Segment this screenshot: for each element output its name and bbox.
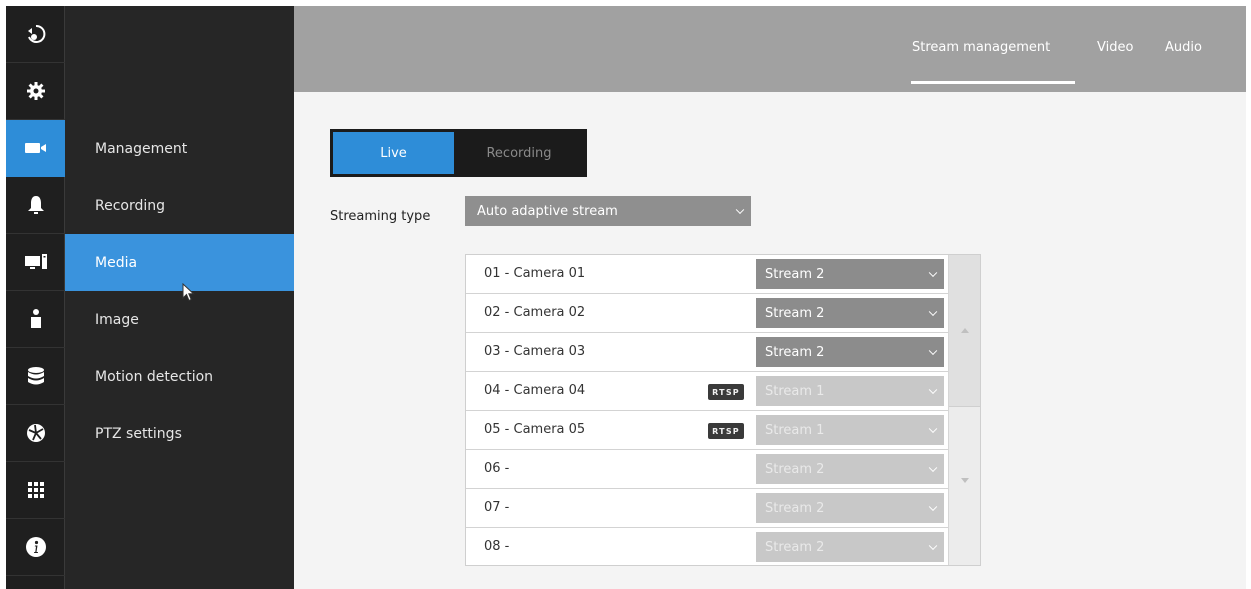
rail-item-settings[interactable] — [6, 63, 65, 120]
monitor-icon — [24, 254, 47, 269]
icon-rail — [6, 6, 65, 589]
streaming-type-value: Auto adaptive stream — [477, 203, 618, 219]
live-mode-button[interactable]: Live — [333, 132, 454, 174]
rail-item-info[interactable] — [6, 519, 65, 576]
info-icon — [25, 537, 46, 557]
rtsp-badge: RTSP — [708, 423, 744, 439]
stream-select-value: Stream 2 — [765, 344, 825, 360]
database-icon — [27, 367, 44, 385]
camera-name: 02 - Camera 02 — [484, 305, 586, 320]
rail-item-storage[interactable] — [6, 348, 65, 405]
submenu-item-label: PTZ settings — [95, 425, 182, 442]
stream-select[interactable]: Stream 2 — [756, 259, 944, 289]
camera-icon — [24, 143, 46, 153]
submenu-item-ptz-settings[interactable]: PTZ settings — [65, 405, 294, 462]
stream-select-value: Stream 2 — [765, 539, 825, 555]
recording-mode-button[interactable]: Recording — [454, 132, 584, 174]
chevron-down-icon — [735, 205, 745, 215]
chevron-down-icon — [928, 541, 938, 551]
rail-item-display[interactable] — [6, 234, 65, 291]
camera-row: 06 - Stream 2 — [466, 450, 948, 489]
camera-row: 03 - Camera 03 Stream 2 — [466, 333, 948, 372]
scroll-down-icon[interactable] — [961, 478, 969, 483]
stream-select[interactable]: Stream 2 — [756, 298, 944, 328]
camera-row: 04 - Camera 04 RTSP Stream 1 — [466, 372, 948, 411]
stream-select-value: Stream 2 — [765, 500, 825, 516]
camera-row: 05 - Camera 05 RTSP Stream 1 — [466, 411, 948, 450]
user-icon — [30, 309, 41, 328]
submenu-item-label: Management — [95, 140, 188, 157]
stream-select-value: Stream 1 — [765, 422, 825, 438]
camera-row: 02 - Camera 02 Stream 2 — [466, 294, 948, 333]
stream-select[interactable]: Stream 2 — [756, 337, 944, 367]
bell-icon — [27, 196, 44, 214]
top-tab-bar: Stream management Video Audio — [294, 6, 1246, 92]
rail-item-network[interactable] — [6, 405, 65, 462]
chevron-down-icon — [928, 385, 938, 395]
mode-toggle: Live Recording — [330, 129, 587, 177]
chevron-down-icon — [928, 463, 938, 473]
streaming-type-label: Streaming type — [330, 209, 431, 224]
gear-icon — [26, 82, 45, 100]
tab-video[interactable]: Video — [1097, 40, 1133, 55]
camera-row: 08 - Stream 2 — [466, 528, 948, 565]
rail-item-apps[interactable] — [6, 462, 65, 519]
chevron-down-icon — [928, 346, 938, 356]
stream-select-value: Stream 2 — [765, 266, 825, 282]
active-tab-indicator — [911, 81, 1075, 84]
tab-stream-management[interactable]: Stream management — [912, 40, 1050, 55]
stream-select: Stream 2 — [756, 532, 944, 562]
stream-select: Stream 2 — [756, 493, 944, 523]
stream-select-value: Stream 2 — [765, 305, 825, 321]
submenu-item-label: Motion detection — [95, 368, 214, 385]
submenu-item-label: Media — [95, 254, 138, 271]
back-icon — [27, 24, 45, 43]
submenu-item-motion-detection[interactable]: Motion detection — [65, 348, 294, 405]
chevron-down-icon — [928, 268, 938, 278]
camera-name: 03 - Camera 03 — [484, 344, 586, 359]
stream-select: Stream 1 — [756, 376, 944, 406]
streaming-type-select[interactable]: Auto adaptive stream — [465, 196, 751, 226]
stream-select-value: Stream 2 — [765, 461, 825, 477]
stream-select-value: Stream 1 — [765, 383, 825, 399]
mouse-cursor-icon — [182, 283, 195, 302]
submenu-item-management[interactable]: Management — [65, 120, 294, 177]
submenu-item-recording[interactable]: Recording — [65, 177, 294, 234]
chevron-down-icon — [928, 502, 938, 512]
rail-item-user[interactable] — [6, 291, 65, 348]
list-scrollbar[interactable] — [948, 255, 980, 565]
camera-name: 05 - Camera 05 — [484, 422, 586, 437]
rail-item-alarm[interactable] — [6, 177, 65, 234]
grid-icon — [27, 482, 44, 498]
stream-select: Stream 1 — [756, 415, 944, 445]
submenu-item-image[interactable]: Image — [65, 291, 294, 348]
stream-select: Stream 2 — [756, 454, 944, 484]
rtsp-badge: RTSP — [708, 384, 744, 400]
camera-name: 01 - Camera 01 — [484, 266, 586, 281]
chevron-down-icon — [928, 307, 938, 317]
submenu-item-media[interactable]: Media — [65, 234, 294, 291]
camera-stream-list: 01 - Camera 01 Stream 2 02 - Camera 02 S… — [465, 254, 981, 566]
main-content: Live Recording Streaming type Auto adapt… — [294, 92, 1246, 589]
network-icon — [26, 424, 45, 442]
camera-name: 07 - — [484, 500, 510, 515]
camera-row: 07 - Stream 2 — [466, 489, 948, 528]
camera-row: 01 - Camera 01 Stream 2 — [466, 255, 948, 294]
rail-item-back[interactable] — [6, 6, 65, 63]
camera-name: 04 - Camera 04 — [484, 383, 586, 398]
submenu: Management Recording Media Image Motion … — [65, 6, 294, 589]
camera-name: 08 - — [484, 539, 510, 554]
submenu-item-label: Recording — [95, 197, 166, 214]
app-window: Management Recording Media Image Motion … — [6, 6, 1246, 589]
submenu-item-label: Image — [95, 311, 139, 328]
camera-name: 06 - — [484, 461, 510, 476]
tab-audio[interactable]: Audio — [1165, 40, 1202, 55]
rail-item-camera[interactable] — [6, 120, 65, 177]
scroll-up-icon[interactable] — [961, 328, 969, 333]
chevron-down-icon — [928, 424, 938, 434]
